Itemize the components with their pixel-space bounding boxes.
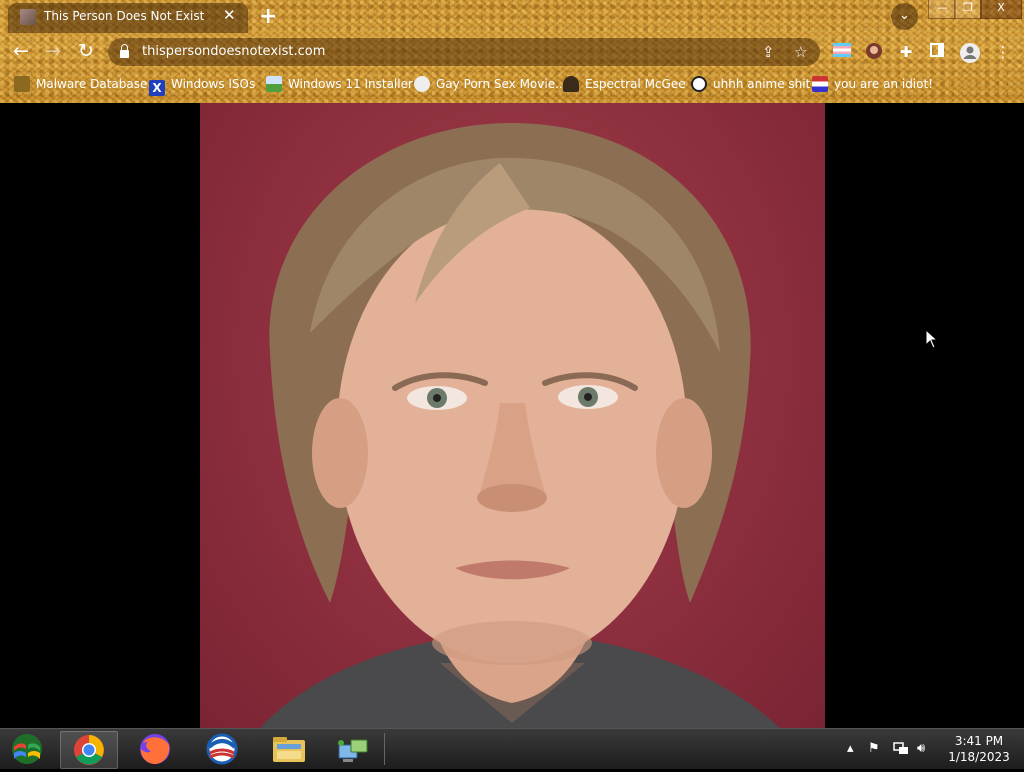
browser-chrome: This Person Does Not Exist ✕ + ⌄ — ❐ X ←… bbox=[0, 0, 1024, 103]
close-tab-icon[interactable]: ✕ bbox=[223, 6, 236, 24]
extension-flag-icon[interactable] bbox=[832, 42, 852, 62]
bookmark-espectral-mcgee[interactable]: Espectral McGee bbox=[563, 73, 686, 95]
bookmark-malware-database[interactable]: Malware Database bbox=[14, 73, 147, 95]
forward-button[interactable]: → bbox=[40, 40, 66, 62]
bookmark-star-icon[interactable]: ☆ bbox=[794, 43, 807, 61]
maximize-button[interactable]: ❐ bbox=[954, 0, 982, 19]
extension-avatar-icon[interactable] bbox=[864, 42, 884, 62]
bookmark-label: Malware Database bbox=[36, 77, 148, 91]
profile-icon[interactable] bbox=[959, 42, 980, 63]
menu-kebab-icon[interactable]: ⋮ bbox=[993, 42, 1013, 62]
extensions-puzzle-icon[interactable]: ✚ bbox=[896, 42, 916, 62]
tab-search-button[interactable]: ⌄ bbox=[891, 3, 918, 30]
leaf-icon bbox=[14, 76, 30, 92]
address-bar[interactable]: thispersondoesnotexist.com ⇪ ☆ bbox=[108, 38, 820, 66]
bookmark-label: Gay Porn Sex Movie... bbox=[436, 77, 567, 91]
taskbar: ▴ ⚑ 🔊︎ 3:41 PM 1/18/2023 bbox=[0, 728, 1024, 769]
bookmark-label: Windows 11 Installer bbox=[288, 77, 413, 91]
clock-time: 3:41 PM bbox=[954, 734, 1004, 748]
web-page bbox=[0, 103, 1024, 728]
tab-favicon bbox=[20, 9, 36, 25]
firefox-taskbar-icon[interactable] bbox=[127, 731, 183, 767]
bookmark-uhhh-anime-shit[interactable]: uhhh anime shit bbox=[691, 73, 810, 95]
chrome-taskbar-icon[interactable] bbox=[60, 731, 118, 769]
bookmark-label: Windows ISOs bbox=[171, 77, 256, 91]
flag-icon bbox=[812, 76, 828, 92]
share-icon[interactable]: ⇪ bbox=[762, 43, 775, 61]
file-explorer-taskbar-icon[interactable] bbox=[261, 731, 317, 767]
image-icon bbox=[266, 76, 282, 92]
bookmark-label: Espectral McGee bbox=[585, 77, 686, 91]
volume-icon[interactable]: 🔊︎ bbox=[917, 741, 925, 756]
close-window-button[interactable]: X bbox=[980, 0, 1022, 19]
bookmark-you-are-an-idiot[interactable]: you are an idiot! bbox=[812, 73, 933, 95]
reload-button[interactable]: ↻ bbox=[73, 40, 99, 62]
url-text[interactable]: thispersondoesnotexist.com bbox=[142, 44, 325, 59]
action-center-flag-icon[interactable]: ⚑ bbox=[868, 741, 880, 756]
back-button[interactable]: ← bbox=[8, 40, 34, 62]
start-button[interactable] bbox=[0, 731, 54, 767]
network-taskbar-icon[interactable] bbox=[325, 731, 381, 767]
side-panel-icon[interactable] bbox=[927, 42, 947, 62]
tab-title: This Person Does Not Exist bbox=[44, 9, 205, 23]
clock[interactable]: 3:41 PM 1/18/2023 bbox=[938, 733, 1020, 765]
bookmark-label: uhhh anime shit bbox=[713, 77, 811, 91]
network-status-icon[interactable] bbox=[893, 741, 909, 759]
show-hidden-icons-icon[interactable]: ▴ bbox=[847, 741, 854, 756]
bookmark-windows-11-installer[interactable]: Windows 11 Installer bbox=[266, 73, 413, 95]
globe-icon bbox=[414, 76, 430, 92]
x-icon: X bbox=[149, 80, 165, 96]
taskbar-divider bbox=[384, 733, 385, 765]
lock-icon[interactable] bbox=[120, 44, 129, 58]
figure-icon bbox=[563, 76, 579, 92]
tab-active[interactable]: This Person Does Not Exist ✕ bbox=[8, 3, 248, 33]
clock-date: 1/18/2023 bbox=[948, 750, 1010, 764]
bookmark-label: you are an idiot! bbox=[834, 77, 933, 91]
internet-explorer-taskbar-icon[interactable] bbox=[194, 731, 250, 767]
new-tab-button[interactable]: + bbox=[259, 4, 277, 29]
bookmark-windows-isos[interactable]: X Windows ISOs bbox=[149, 73, 256, 96]
face-icon bbox=[691, 76, 707, 92]
bookmark-gay-porn-sex-movie[interactable]: Gay Porn Sex Movie... bbox=[414, 73, 567, 95]
generated-face-image bbox=[200, 103, 825, 728]
minimize-button[interactable]: — bbox=[928, 0, 956, 19]
bookmarks-bar: Malware Database X Windows ISOs Windows 1… bbox=[0, 73, 1024, 96]
